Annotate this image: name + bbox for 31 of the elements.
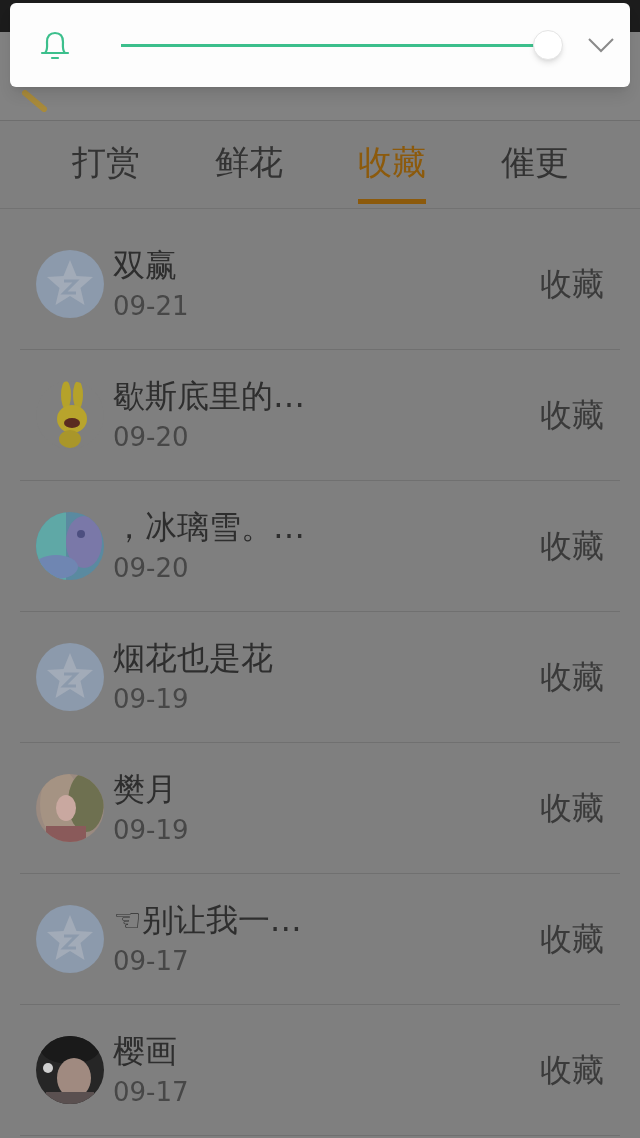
tab[interactable]: 打赏 <box>34 121 177 208</box>
user-name: ☜别让我一… <box>113 900 302 940</box>
type-label: 收藏 <box>540 788 604 829</box>
default-avatar-icon <box>36 250 104 318</box>
user-name: 歇斯底里的… <box>113 376 305 416</box>
user-name: 烟花也是花 <box>113 638 273 678</box>
user-name: 双赢 <box>113 245 177 285</box>
type-label: 收藏 <box>540 919 604 960</box>
date-text: 09-20 <box>113 552 189 585</box>
default-avatar-icon <box>36 905 104 973</box>
user-name: 樊月 <box>113 769 177 809</box>
user-name: ，冰璃雪。… <box>113 507 305 547</box>
date-text: 09-19 <box>113 683 189 716</box>
bell-icon[interactable] <box>40 29 70 61</box>
date-text: 09-21 <box>113 290 189 323</box>
type-label: 收藏 <box>540 526 604 567</box>
type-label: 收藏 <box>540 395 604 436</box>
date-text: 09-19 <box>113 814 189 847</box>
type-label: 收藏 <box>540 657 604 698</box>
default-avatar-icon <box>36 643 104 711</box>
tab[interactable]: 鲜花 <box>177 121 320 208</box>
type-label: 收藏 <box>540 264 604 305</box>
volume-slider[interactable] <box>121 29 561 61</box>
type-label: 收藏 <box>540 1050 604 1091</box>
date-text: 09-17 <box>113 1076 189 1109</box>
date-text: 09-17 <box>113 945 189 978</box>
chevron-down-icon[interactable] <box>587 37 615 53</box>
date-text: 09-20 <box>113 421 189 454</box>
user-name: 樱画 <box>113 1031 177 1071</box>
back-icon[interactable] <box>22 90 48 112</box>
tab[interactable]: 催更 <box>463 121 606 208</box>
